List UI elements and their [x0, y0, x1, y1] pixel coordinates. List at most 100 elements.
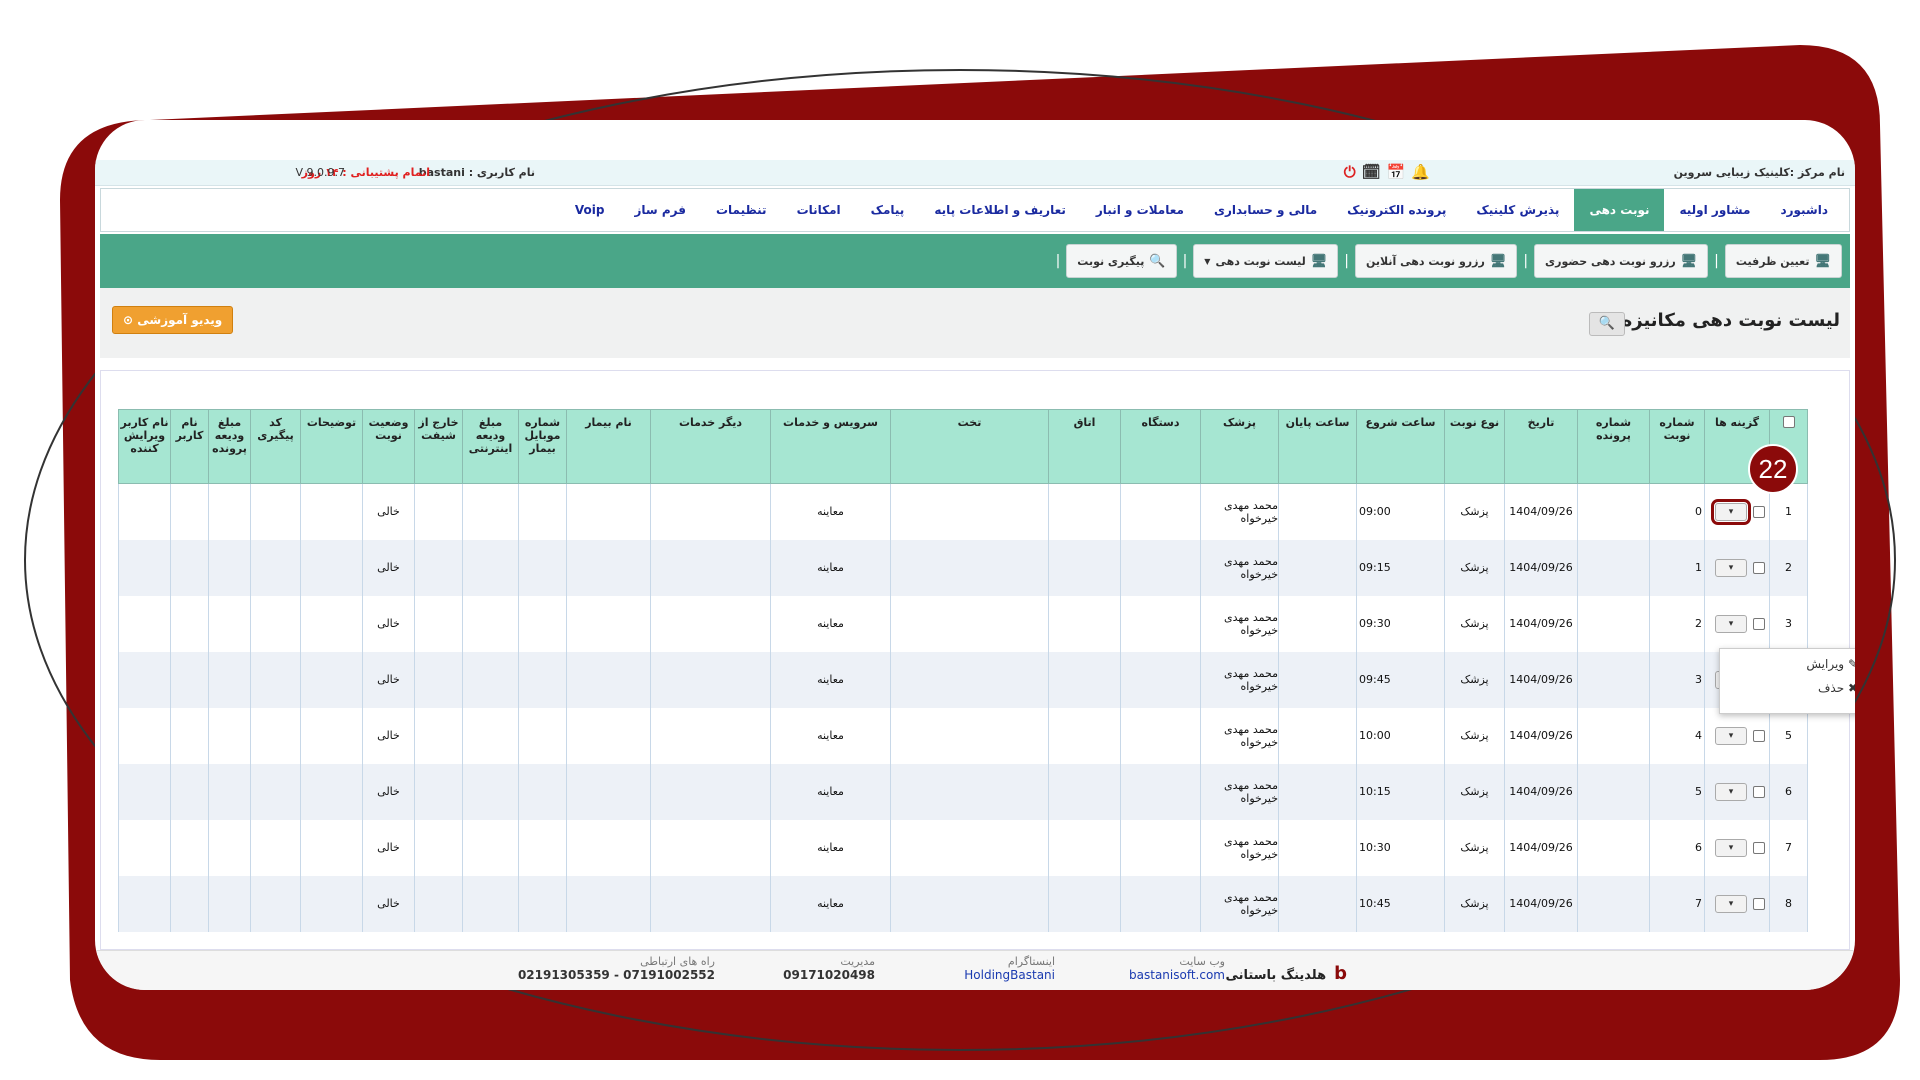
- column-header[interactable]: مبلغ ودیعه اینترنتی: [462, 409, 519, 484]
- column-header[interactable]: تخت: [890, 409, 1049, 484]
- row-checkbox[interactable]: [1753, 561, 1765, 574]
- table-row[interactable]: 3 ▾ 2 1404/09/26 پزشک 09:30 محمد مهدی خیرخواه م…: [118, 595, 1808, 652]
- bell-icon[interactable]: 🔔: [1411, 163, 1430, 181]
- tab-11[interactable]: فرم ساز: [619, 189, 701, 231]
- row-number: 2: [1785, 561, 1792, 574]
- tab-0[interactable]: داشبورد: [1765, 189, 1843, 231]
- table-row[interactable]: 4▾31404/09/26پزشک09:45محمد مهدی خیرخواهم…: [118, 651, 1808, 708]
- table-cell: [650, 763, 771, 820]
- column-header[interactable]: توضیحات: [300, 409, 363, 484]
- menu-item-delete[interactable]: ✖ حذف: [1720, 673, 1855, 697]
- table-row[interactable]: 5 ▾ 4 1404/09/26 پزشک 10:00 محمد مهدی خیرخواه م…: [118, 707, 1808, 764]
- table-cell: 1: [1649, 539, 1705, 596]
- row-checkbox[interactable]: [1753, 617, 1765, 630]
- column-header[interactable]: نام کاربر ویرایش کننده: [118, 409, 171, 484]
- followup-button[interactable]: 🔍 پیگیری نوبت: [1066, 244, 1177, 278]
- calendar-icon[interactable]: 📅: [1387, 163, 1406, 181]
- online-reserve-button[interactable]: 🖥 رزرو نوبت دهی آنلاین: [1355, 244, 1518, 278]
- video-tutorial-button[interactable]: ویدیو آموزشی ⊙: [112, 306, 234, 334]
- column-header[interactable]: اتاق: [1048, 409, 1121, 484]
- footer-instagram: اینستاگرام HoldingBastani: [964, 955, 1055, 982]
- column-header[interactable]: کد پیگیری: [250, 409, 301, 484]
- table-row[interactable]: 1 ▾ 0 1404/09/26 پزشک 09:00 محمد مهدی خیرخواه م…: [118, 483, 1808, 540]
- column-header[interactable]: نام بیمار: [566, 409, 651, 484]
- row-options-dropdown[interactable]: ▾: [1711, 498, 1751, 525]
- column-header[interactable]: تاریخ: [1504, 409, 1578, 484]
- capacity-button[interactable]: 🖥 تعیین ظرفیت: [1724, 244, 1842, 278]
- table-cell: [170, 651, 209, 708]
- column-header[interactable]: سرویس و خدمات: [770, 409, 891, 484]
- column-header[interactable]: خارج از شیفت: [414, 409, 463, 484]
- column-header[interactable]: مبلغ ودیعه پرونده: [208, 409, 251, 484]
- table-cell: [518, 595, 567, 652]
- table-cell: [650, 819, 771, 876]
- appointment-list-button[interactable]: 🖥 لیست نوبت دهی ▼: [1193, 244, 1339, 278]
- tab-2[interactable]: نوبت دهی: [1574, 189, 1665, 231]
- column-header[interactable]: نوع نوبت: [1444, 409, 1505, 484]
- page-title: لیست نوبت دهی مکانیزه: [1621, 310, 1840, 331]
- table-cell: 1404/09/26: [1504, 483, 1578, 540]
- brand-logo-icon: b: [1334, 963, 1347, 984]
- tab-3[interactable]: پذیرش کلینیک: [1461, 189, 1574, 231]
- followup-label: پیگیری نوبت: [1077, 254, 1145, 268]
- row-options-dropdown[interactable]: ▾: [1715, 838, 1747, 857]
- step-badge: 22: [1748, 444, 1798, 494]
- column-header[interactable]: شماره نوبت: [1649, 409, 1705, 484]
- tab-5[interactable]: مالی و حسابداری: [1199, 189, 1332, 231]
- power-icon[interactable]: ⏻: [1344, 163, 1356, 181]
- table-cell: [650, 595, 771, 652]
- table-row[interactable]: 7 ▾ 6 1404/09/26 پزشک 10:30 محمد مهدی خیرخواه م…: [118, 819, 1808, 876]
- table-cell: [1048, 819, 1121, 876]
- row-checkbox[interactable]: [1753, 505, 1765, 518]
- column-header[interactable]: شماره پرونده: [1577, 409, 1650, 484]
- table-cell: [462, 763, 519, 820]
- column-header[interactable]: دیگر خدمات: [650, 409, 771, 484]
- checklist-icon[interactable]: 🗓: [1362, 163, 1381, 181]
- table-cell: [1120, 595, 1201, 652]
- tab-8[interactable]: پیامک: [856, 189, 920, 231]
- column-header[interactable]: شماره موبایل بیمار: [518, 409, 567, 484]
- table-row[interactable]: 2 ▾ 1 1404/09/26 پزشک 09:15 محمد مهدی خیرخواه م…: [118, 539, 1808, 596]
- row-options-dropdown[interactable]: ▾: [1715, 894, 1747, 913]
- separator: |: [1055, 253, 1061, 269]
- table-cell: [518, 875, 567, 932]
- tab-1[interactable]: مشاور اولیه: [1664, 189, 1765, 231]
- tab-4[interactable]: پرونده الکترونیک: [1332, 189, 1461, 231]
- search-button[interactable]: 🔍: [1589, 312, 1625, 336]
- row-checkbox[interactable]: [1753, 729, 1765, 742]
- capacity-label: تعیین ظرفیت: [1735, 254, 1810, 268]
- table-cell: محمد مهدی خیرخواه: [1200, 651, 1279, 708]
- row-options-dropdown[interactable]: ▾: [1715, 558, 1747, 577]
- table-row[interactable]: 8 ▾ 7 1404/09/26 پزشک 10:45 محمد مهدی خیرخواه م…: [118, 875, 1808, 932]
- column-header[interactable]: ساعت پایان: [1278, 409, 1357, 484]
- table-row[interactable]: 6 ▾ 5 1404/09/26 پزشک 10:15 محمد مهدی خیرخواه م…: [118, 763, 1808, 820]
- column-header[interactable]: وضعیت نوبت: [362, 409, 415, 484]
- select-all-checkbox[interactable]: [1782, 416, 1795, 428]
- tab-9[interactable]: امکانات: [782, 189, 856, 231]
- tab-7[interactable]: تعاریف و اطلاعات پایه: [919, 189, 1081, 231]
- tab-6[interactable]: معاملات و انبار: [1081, 189, 1199, 231]
- table-cell: 09:30: [1356, 595, 1445, 652]
- footer-contact: راه های ارتباطی 07191002552 - 0219130535…: [518, 955, 715, 982]
- main-tabs: داشبورد مشاور اولیه نوبت دهی پذیرش کلینیک پر…: [100, 188, 1850, 232]
- row-checkbox[interactable]: [1753, 785, 1765, 798]
- table-cell: [1577, 819, 1650, 876]
- column-header[interactable]: دستگاه: [1120, 409, 1201, 484]
- column-header[interactable]: نام کاربر: [170, 409, 209, 484]
- search-icon: 🔍: [1598, 316, 1616, 331]
- tab-10[interactable]: تنظیمات: [701, 189, 782, 231]
- in-person-reserve-button[interactable]: 🖥 رزرو نوبت دهی حضوری: [1534, 244, 1709, 278]
- table-cell: [462, 595, 519, 652]
- column-header[interactable]: ساعت شروع: [1356, 409, 1445, 484]
- website-link[interactable]: bastanisoft.com: [1129, 968, 1225, 982]
- row-checkbox[interactable]: [1753, 841, 1765, 854]
- instagram-link[interactable]: HoldingBastani: [964, 968, 1055, 982]
- tab-12[interactable]: Voip: [560, 189, 620, 231]
- row-options-dropdown[interactable]: ▾: [1715, 614, 1747, 633]
- menu-item-edit[interactable]: ✎ ویرایش: [1720, 649, 1855, 673]
- row-options-dropdown[interactable]: ▾: [1715, 782, 1747, 801]
- row-checkbox[interactable]: [1753, 897, 1765, 910]
- row-options-dropdown[interactable]: ▾: [1715, 726, 1747, 745]
- table-cell: [208, 875, 251, 932]
- column-header[interactable]: پزشک: [1200, 409, 1279, 484]
